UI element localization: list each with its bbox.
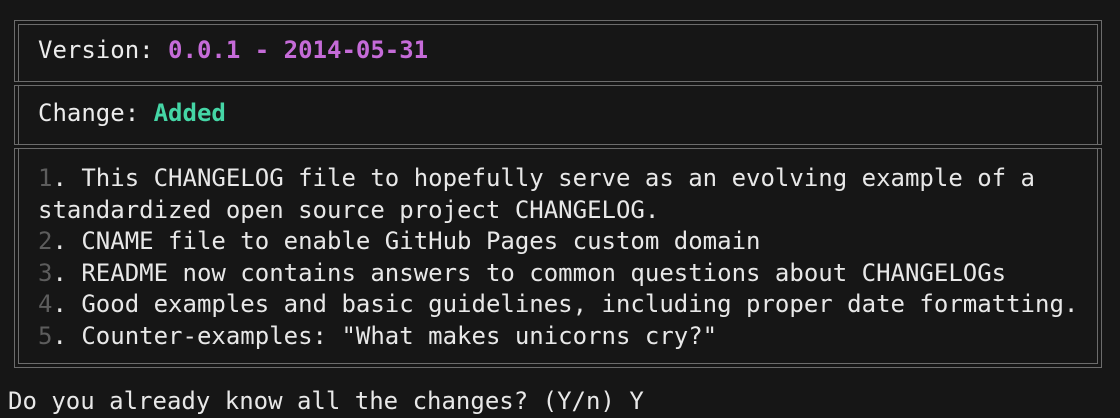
list-item: 5. Counter-examples: "What makes unicorn… <box>38 322 718 350</box>
item-text: standardized open source project CHANGEL… <box>38 196 660 224</box>
prompt-answer[interactable]: Y <box>629 387 643 415</box>
version-value: 0.0.1 - 2014-05-31 <box>168 36 429 64</box>
item-text: README now contains answers to common qu… <box>81 259 1007 287</box>
version-divider <box>14 81 1102 86</box>
list-item: 2. CNAME file to enable GitHub Pages cus… <box>38 227 761 255</box>
item-number: 2 <box>38 227 53 255</box>
version-label: Version: <box>38 36 169 64</box>
item-number: 3 <box>38 259 53 287</box>
list-item-continuation: standardized open source project CHANGEL… <box>38 194 659 226</box>
item-text: This CHANGELOG file to hopefully serve a… <box>81 164 1036 192</box>
item-text: Counter-examples: "What makes unicorns c… <box>81 322 718 350</box>
terminal-window: Version: 0.0.1 - 2014-05-31 Change: Adde… <box>0 0 1120 418</box>
list-item: 4. Good examples and basic guidelines, i… <box>38 290 1079 318</box>
item-number: 1 <box>38 164 53 192</box>
confirm-prompt[interactable]: Do you already know all the changes? (Y/… <box>8 385 644 417</box>
version-line: Version: 0.0.1 - 2014-05-31 <box>38 34 428 66</box>
list-item: 1. This CHANGELOG file to hopefully serv… <box>38 164 1036 192</box>
item-text: Good examples and basic guidelines, incl… <box>81 290 1079 318</box>
item-number: 4 <box>38 290 53 318</box>
prompt-question: Do you already know all the changes? (Y/… <box>8 387 615 415</box>
list-item: 3. README now contains answers to common… <box>38 259 1007 287</box>
item-text: CNAME file to enable GitHub Pages custom… <box>81 227 761 255</box>
change-divider <box>14 144 1102 149</box>
change-line: Change: Added <box>38 97 226 129</box>
item-number: 5 <box>38 322 53 350</box>
change-label: Change: <box>38 99 154 127</box>
change-type-value: Added <box>153 99 226 127</box>
